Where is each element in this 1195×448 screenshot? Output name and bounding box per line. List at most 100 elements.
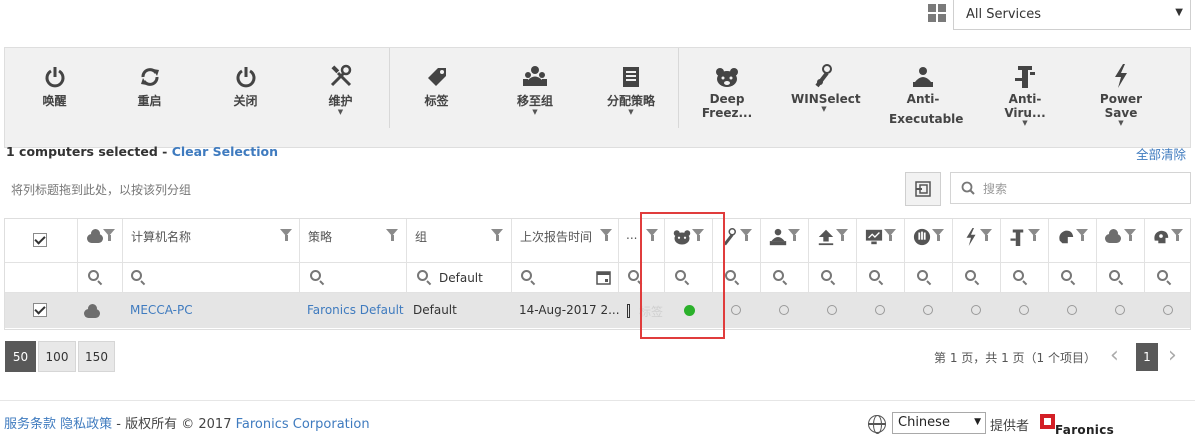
filter-icon[interactable]	[1076, 229, 1088, 241]
filter-cell-empty	[5, 263, 78, 292]
table-row[interactable]: MECCA-PC Faronics Default Default 14-Aug…	[5, 293, 1190, 328]
clear-selection-link[interactable]: Clear Selection	[172, 144, 278, 159]
anti-executable-icon	[889, 62, 957, 88]
filter-cell-cloud[interactable]	[78, 263, 123, 292]
assign-policy-button[interactable]: 分配策略 ▼	[601, 62, 661, 116]
maintenance-button[interactable]: 维护 ▼	[313, 62, 368, 116]
privacy-link[interactable]: 隐私政策	[60, 417, 112, 432]
column-chooser-button[interactable]	[905, 172, 941, 206]
lightning-icon	[966, 228, 976, 246]
header-policy[interactable]: 策略	[300, 219, 407, 262]
language-select[interactable]: Chinese ▼	[892, 412, 986, 434]
search-icon	[131, 270, 142, 281]
search-icon	[821, 270, 832, 281]
header-imaging[interactable]	[1145, 219, 1192, 262]
search-icon	[773, 270, 784, 281]
terms-link[interactable]: 服务条款	[4, 417, 56, 432]
search-icon	[310, 270, 321, 281]
restart-button[interactable]: 重启	[122, 62, 177, 109]
grid-search-input[interactable]: 搜索	[950, 172, 1191, 204]
toolbar-divider	[389, 48, 390, 128]
header-monitor[interactable]	[857, 219, 905, 262]
filter-icon[interactable]	[788, 229, 800, 241]
current-page-button[interactable]: 1	[1136, 343, 1158, 371]
header-cloud-agent[interactable]	[1097, 219, 1145, 262]
filter-icon[interactable]	[884, 229, 896, 241]
header-last-report[interactable]: 上次报告时间	[512, 219, 619, 262]
filter-cell[interactable]	[1145, 263, 1192, 292]
status-indicator	[971, 305, 981, 315]
status-indicator	[1115, 305, 1125, 315]
anti-executable-button[interactable]: Anti- Executable	[889, 62, 963, 126]
filter-cell[interactable]	[857, 263, 905, 292]
prev-page-icon[interactable]: ‹	[1110, 343, 1119, 368]
filter-cell-last-report[interactable]	[512, 263, 619, 292]
filter-icon[interactable]	[103, 229, 115, 241]
filter-cell-name[interactable]	[123, 263, 300, 292]
filter-cell[interactable]	[953, 263, 1001, 292]
head-gear-icon	[1154, 230, 1169, 244]
anti-virus-button[interactable]: Anti-Viru... ▼	[989, 62, 1061, 127]
select-all-checkbox[interactable]	[33, 233, 47, 247]
computer-name-link[interactable]: MECCA-PC	[130, 303, 193, 317]
filter-icon[interactable]	[980, 229, 992, 241]
chevron-down-icon: ▼	[1175, 7, 1183, 18]
group-filter-value: Default	[439, 271, 483, 285]
page-size-150[interactable]: 150	[78, 341, 115, 372]
services-dropdown[interactable]: All Services ▼	[953, 0, 1191, 30]
filter-icon[interactable]	[600, 229, 612, 241]
header-insight[interactable]	[1049, 219, 1097, 262]
filter-icon[interactable]	[491, 229, 503, 241]
filter-cell[interactable]	[761, 263, 809, 292]
header-computer-name[interactable]: 计算机名称	[123, 219, 300, 262]
deep-freeze-button[interactable]: Deep Freez...	[689, 62, 765, 120]
filter-icon[interactable]	[1171, 229, 1183, 241]
columns-icon	[915, 181, 931, 197]
policy-link[interactable]: Faronics Default	[307, 303, 404, 317]
filter-icon[interactable]	[1124, 229, 1136, 241]
filter-icon[interactable]	[280, 229, 292, 241]
next-page-icon[interactable]: ›	[1168, 343, 1177, 368]
shutdown-button[interactable]: 关闭	[218, 62, 273, 109]
filter-cell[interactable]	[1001, 263, 1049, 292]
power-save-button[interactable]: Power Save ▼	[1085, 62, 1157, 127]
winselect-button[interactable]: WINSelect ▼	[791, 62, 861, 113]
status-indicator	[923, 305, 933, 315]
filter-icon[interactable]	[836, 229, 848, 241]
search-icon	[917, 270, 928, 281]
highlight-box	[640, 212, 725, 339]
header-group[interactable]: 组	[407, 219, 512, 262]
status-indicator	[1067, 305, 1077, 315]
filter-cell-group[interactable]: Default	[407, 263, 512, 292]
calendar-icon[interactable]	[596, 270, 611, 285]
page-size-50[interactable]: 50	[5, 341, 36, 372]
winselect-icon	[791, 62, 857, 88]
header-select-all[interactable]	[5, 219, 78, 262]
tile-view-icon[interactable]	[928, 4, 947, 23]
filter-cell[interactable]	[1049, 263, 1097, 292]
filter-icon[interactable]	[932, 229, 944, 241]
header-power-save[interactable]	[953, 219, 1001, 262]
page-size-100[interactable]: 100	[38, 341, 76, 372]
header-anti-virus[interactable]	[1001, 219, 1049, 262]
caret-down-icon: ▼	[821, 105, 827, 113]
header-anti-executable[interactable]	[761, 219, 809, 262]
filter-cell-policy[interactable]	[300, 263, 407, 292]
company-link[interactable]: Faronics Corporation	[236, 417, 370, 432]
clear-all-link[interactable]: 全部清除	[1136, 144, 1186, 163]
filter-cell[interactable]	[809, 263, 857, 292]
header-usage-stats[interactable]	[905, 219, 953, 262]
filter-cell[interactable]	[905, 263, 953, 292]
filter-icon[interactable]	[386, 229, 398, 241]
lightning-icon	[1085, 62, 1157, 88]
filter-icon[interactable]	[740, 229, 752, 241]
grid-header-row: 计算机名称 策略 组 上次报告时间 ...	[5, 219, 1190, 263]
wake-button[interactable]: 唤醒	[27, 62, 82, 109]
header-cloud[interactable]	[78, 219, 123, 262]
filter-cell[interactable]	[1097, 263, 1145, 292]
filter-icon[interactable]	[1028, 229, 1040, 241]
move-to-group-button[interactable]: 移至组 ▼	[505, 62, 565, 116]
header-software-updater[interactable]	[809, 219, 857, 262]
tag-button[interactable]: 标签	[409, 62, 464, 109]
row-checkbox[interactable]	[33, 303, 47, 317]
